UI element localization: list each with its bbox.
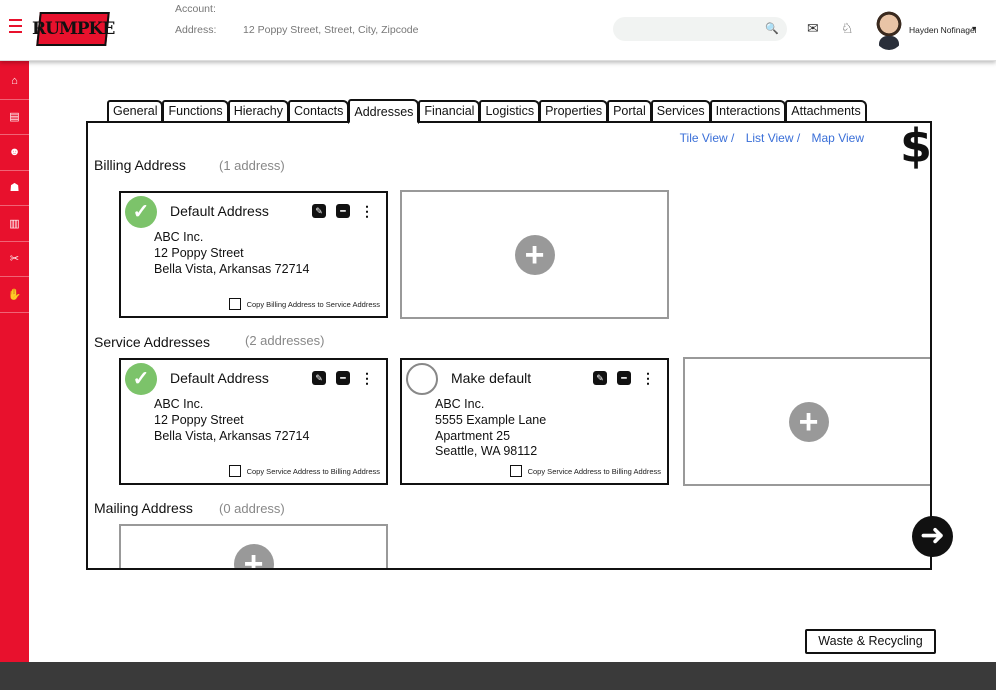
tab-hierachy[interactable]: Hierachy bbox=[227, 100, 290, 122]
company-logo[interactable]: RUMPKE bbox=[32, 12, 114, 46]
tab-financial[interactable]: Financial bbox=[418, 100, 481, 122]
service-section-title: Service Addresses bbox=[94, 334, 210, 350]
service-address-card: ✓ Default Address ✎ ━ ⋮ ABC Inc. 12 Popp… bbox=[119, 358, 388, 485]
address-line: ABC Inc. bbox=[435, 397, 485, 411]
check-circle-icon: ✓ bbox=[125, 196, 157, 228]
address-line: ABC Inc. bbox=[154, 397, 204, 411]
tab-services[interactable]: Services bbox=[650, 100, 711, 122]
copy-address-option: Copy Billing Address to Service Address bbox=[228, 298, 380, 310]
address-line: Bella Vista, Arkansas 72714 bbox=[154, 429, 310, 443]
tab-functions[interactable]: Functions bbox=[162, 100, 229, 122]
billing-count: (1 address) bbox=[219, 158, 285, 173]
edit-icon[interactable]: ✎ bbox=[312, 371, 326, 385]
document-icon[interactable]: ▤ bbox=[0, 100, 29, 135]
copy-address-option: Copy Service Address to Billing Address bbox=[228, 465, 380, 477]
view-switcher: Tile View / List View / Map View bbox=[672, 131, 864, 145]
tile-view-link[interactable]: Tile View / bbox=[680, 131, 735, 145]
address-line: 12 Poppy Street bbox=[154, 246, 244, 260]
remove-icon[interactable]: ━ bbox=[617, 371, 631, 385]
waste-recycling-button[interactable]: Waste & Recycling bbox=[805, 629, 936, 654]
card-actions: ✎ ━ ⋮ bbox=[312, 204, 374, 218]
tab-portal[interactable]: Portal bbox=[607, 100, 652, 122]
more-options-icon[interactable]: ⋮ bbox=[360, 204, 374, 218]
billing-section-title: Billing Address bbox=[94, 157, 186, 173]
hamburger-menu-icon[interactable] bbox=[9, 19, 22, 33]
copy-label: Copy Billing Address to Service Address bbox=[246, 299, 380, 309]
search-icon[interactable]: 🔍 bbox=[765, 22, 779, 35]
chart-icon[interactable]: ▥ bbox=[0, 206, 29, 242]
logo-text: RUMPKE bbox=[31, 19, 115, 39]
tab-properties[interactable]: Properties bbox=[539, 100, 609, 122]
copy-checkbox[interactable] bbox=[509, 465, 522, 477]
notification-icon[interactable]: ♘ bbox=[841, 20, 854, 37]
tab-addresses[interactable]: Addresses bbox=[348, 99, 420, 124]
mail-icon[interactable]: ✉ bbox=[807, 20, 819, 37]
search-input[interactable]: 🔍 bbox=[613, 17, 787, 41]
tab-logistics[interactable]: Logistics bbox=[479, 100, 541, 122]
mailing-count: (0 address) bbox=[219, 501, 285, 516]
copy-checkbox[interactable] bbox=[228, 298, 241, 310]
address-line: Seattle, WA 98112 bbox=[435, 444, 538, 458]
add-circle-icon[interactable]: + bbox=[514, 234, 555, 275]
address-line: ABC Inc. bbox=[154, 230, 204, 244]
tab-general[interactable]: General bbox=[107, 100, 164, 122]
tab-contacts[interactable]: Contacts bbox=[288, 100, 350, 122]
billing-address-card: ✓ Default Address ✎ ━ ⋮ ABC Inc. 12 Popp… bbox=[119, 191, 388, 318]
card-title[interactable]: Make default bbox=[451, 370, 531, 386]
service-address-card: Make default ✎ ━ ⋮ ABC Inc. 5555 Example… bbox=[400, 358, 669, 485]
user-name[interactable]: Hayden Nofinagel bbox=[909, 25, 977, 35]
chevron-down-icon[interactable]: ▾ bbox=[972, 24, 976, 33]
make-default-radio[interactable] bbox=[406, 363, 438, 395]
avatar[interactable] bbox=[873, 10, 905, 50]
addresses-panel: Tile View / List View / Map View $ Billi… bbox=[86, 121, 932, 570]
map-view-link[interactable]: Map View bbox=[812, 131, 864, 145]
add-billing-address-card[interactable]: + bbox=[400, 190, 669, 319]
copy-checkbox[interactable] bbox=[228, 465, 241, 477]
tab-attachments[interactable]: Attachments bbox=[785, 100, 867, 122]
more-options-icon[interactable]: ⋮ bbox=[360, 371, 374, 385]
address-line: 12 Poppy Street bbox=[154, 413, 244, 427]
footer-bar bbox=[0, 662, 996, 690]
users-icon[interactable]: ☗ bbox=[0, 171, 29, 206]
more-options-icon[interactable]: ⋮ bbox=[641, 371, 655, 385]
address-line: 5555 Example Lane bbox=[435, 413, 547, 427]
tab-interactions[interactable]: Interactions bbox=[709, 100, 787, 122]
card-actions: ✎ ━ ⋮ bbox=[312, 371, 374, 385]
copy-address-option: Copy Service Address to Billing Address bbox=[509, 465, 661, 477]
tab-bar: General Functions Hierachy Contacts Addr… bbox=[107, 98, 867, 124]
copy-label: Copy Service Address to Billing Address bbox=[527, 466, 661, 476]
list-view-link[interactable]: List View / bbox=[746, 131, 800, 145]
add-circle-icon[interactable]: + bbox=[788, 401, 829, 442]
card-title: Default Address bbox=[170, 203, 269, 219]
address-label: Address: bbox=[175, 24, 217, 36]
tools-icon[interactable]: ✂ bbox=[0, 242, 29, 277]
remove-icon[interactable]: ━ bbox=[336, 204, 350, 218]
copy-label: Copy Service Address to Billing Address bbox=[246, 466, 380, 476]
sidebar: ⌂ ▤ ☻ ☗ ▥ ✂ ✋ bbox=[0, 0, 29, 662]
address-value: 12 Poppy Street, Street, City, Zipcode bbox=[243, 24, 419, 36]
dollar-icon[interactable]: $ bbox=[900, 123, 930, 173]
service-count: (2 addresses) bbox=[245, 333, 325, 348]
address-line: Bella Vista, Arkansas 72714 bbox=[154, 262, 310, 276]
card-title: Default Address bbox=[170, 370, 269, 386]
edit-icon[interactable]: ✎ bbox=[593, 371, 607, 385]
next-arrow-icon[interactable]: ➜ bbox=[912, 516, 953, 557]
remove-icon[interactable]: ━ bbox=[336, 371, 350, 385]
edit-icon[interactable]: ✎ bbox=[312, 204, 326, 218]
add-mailing-address-card[interactable]: + bbox=[119, 524, 388, 568]
user-icon[interactable]: ☻ bbox=[0, 135, 29, 171]
thumbs-up-icon[interactable]: ✋ bbox=[0, 277, 29, 313]
card-actions: ✎ ━ ⋮ bbox=[593, 371, 655, 385]
top-header: RUMPKE Account: Address: 12 Poppy Street… bbox=[0, 0, 996, 61]
address-line: Apartment 25 bbox=[435, 429, 511, 443]
mailing-section-title: Mailing Address bbox=[94, 500, 193, 516]
sidebar-nav: ⌂ ▤ ☻ ☗ ▥ ✂ ✋ bbox=[0, 64, 29, 313]
add-service-address-card[interactable]: + bbox=[683, 357, 930, 486]
add-circle-icon[interactable]: + bbox=[233, 544, 274, 568]
check-circle-icon: ✓ bbox=[125, 363, 157, 395]
account-label: Account: bbox=[175, 3, 216, 15]
home-icon[interactable]: ⌂ bbox=[0, 64, 29, 100]
